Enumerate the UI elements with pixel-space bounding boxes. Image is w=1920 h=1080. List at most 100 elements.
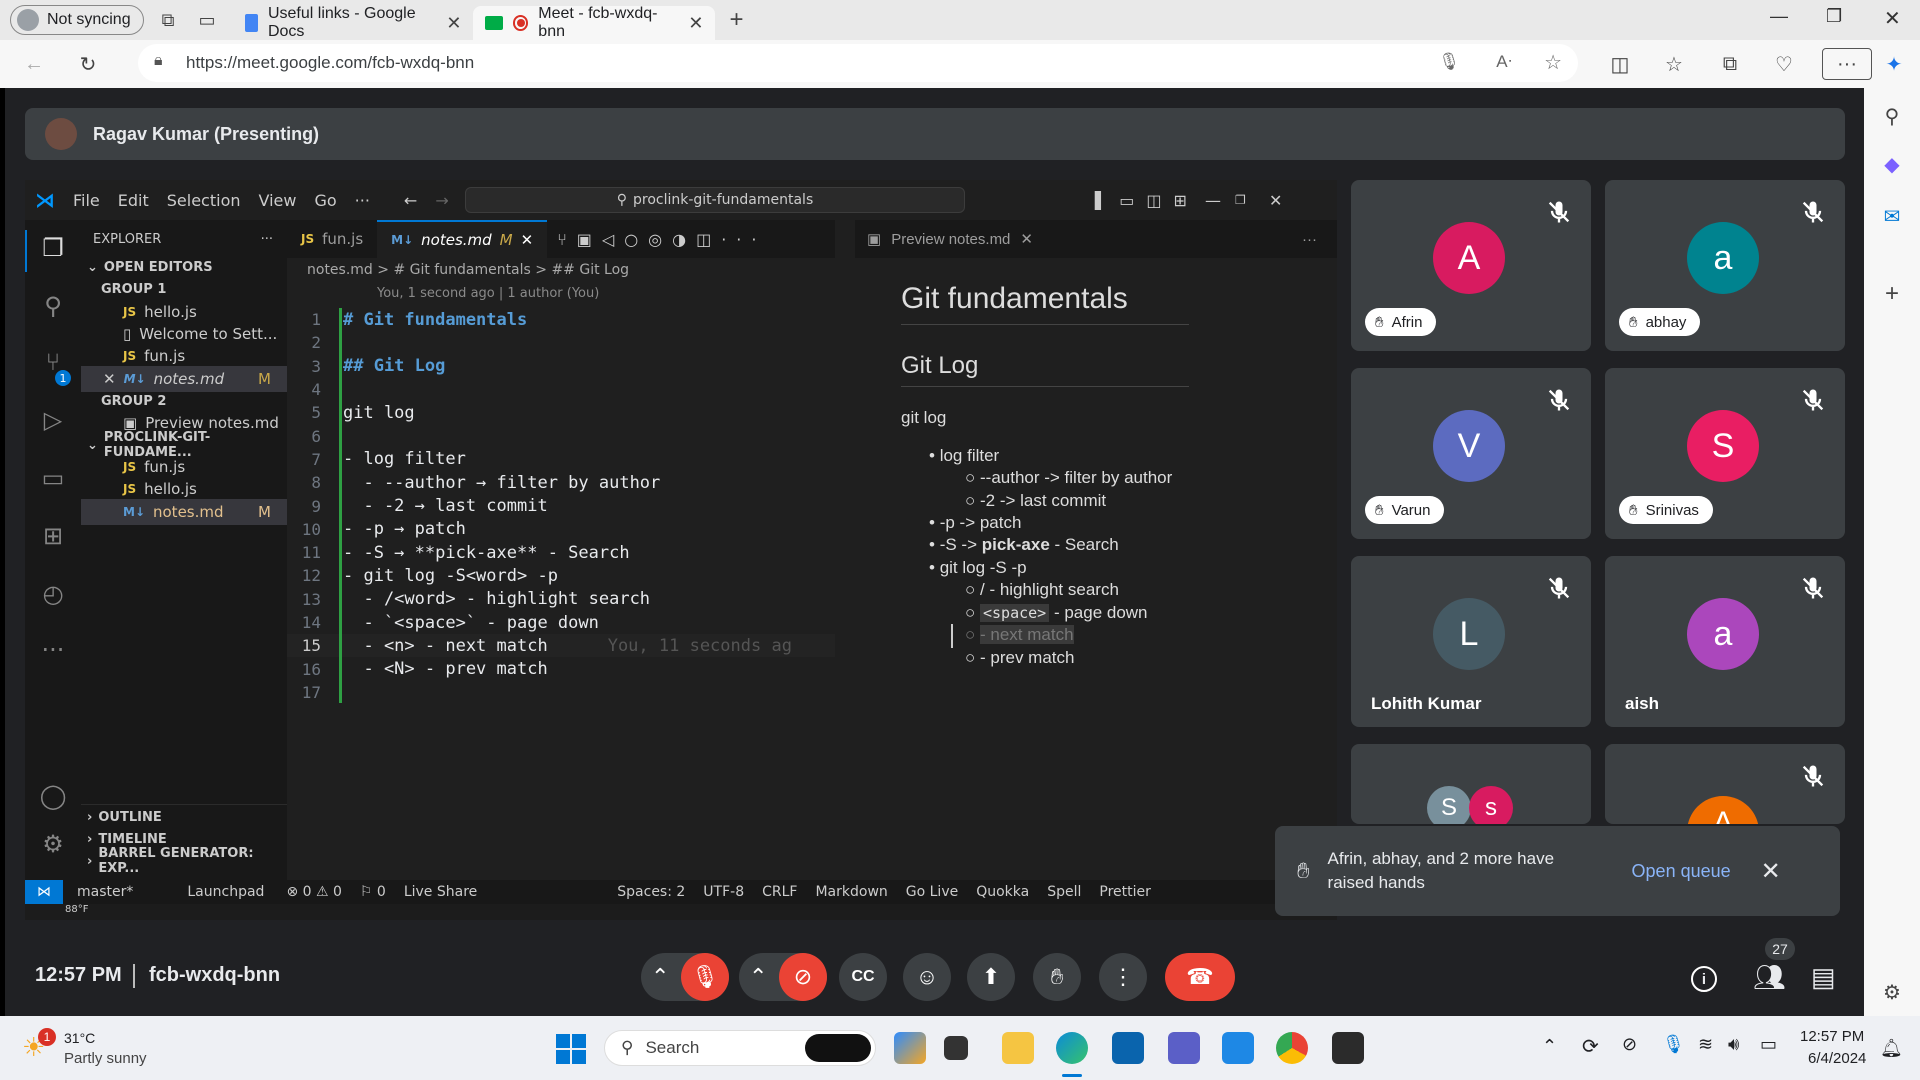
editor-actions[interactable]: ⑂▣◁○◎◑◫··· [557, 230, 766, 249]
task-view-icon[interactable] [944, 1036, 968, 1060]
participant-tile[interactable]: S ✋︎ Srinivas [1605, 368, 1845, 539]
code-area[interactable]: 1 # Git fundamentals 2 3 ## Git Log 4 5 git… [287, 308, 835, 704]
copilot-icon[interactable]: ✦ [1878, 48, 1910, 80]
extensions-icon[interactable]: ⊞ [37, 522, 69, 554]
menu-view[interactable]: View [259, 191, 297, 210]
participant-tile[interactable]: A ✋︎ Afrin [1351, 180, 1591, 351]
microphone-icon[interactable]: 🎙︎ [1438, 52, 1460, 72]
spell-status[interactable]: Spell [1047, 884, 1081, 900]
quokka-status[interactable]: Quokka [976, 884, 1029, 900]
menu-go[interactable]: Go [314, 191, 336, 210]
camera-control[interactable]: ⌃ ⊘ [739, 953, 827, 1001]
browser-essentials-icon[interactable]: ♡ [1768, 48, 1800, 80]
tab-fun-js[interactable]: JS fun.js [287, 220, 377, 258]
menu-more[interactable]: ··· [355, 191, 370, 210]
copilot-app-icon[interactable] [894, 1032, 926, 1064]
participant-tile[interactable]: V ✋︎ Varun [1351, 368, 1591, 539]
menu-edit[interactable]: Edit [118, 191, 149, 210]
split-screen-icon[interactable]: ◫ [1604, 48, 1636, 80]
breadcrumb[interactable]: notes.md > # Git fundamentals > ## Git L… [307, 262, 629, 278]
others-tile[interactable]: S s [1351, 744, 1591, 824]
favorites-icon[interactable]: ☆ [1658, 48, 1690, 80]
launchpad-status[interactable]: Launchpad [187, 884, 264, 900]
settings-icon[interactable]: ⚙ [37, 830, 69, 862]
remote-explorer-icon[interactable]: ▭ [37, 464, 69, 496]
copilot-icon[interactable]: ◆ [1876, 148, 1908, 180]
battery-icon[interactable]: ▭ [1760, 1034, 1777, 1055]
ports-status[interactable]: ⚐ 0 [360, 884, 386, 900]
chrome-icon[interactable] [1276, 1032, 1308, 1064]
clock-date[interactable]: 6/4/2024 [1808, 1050, 1866, 1067]
participant-tile[interactable]: L Lohith Kumar [1351, 556, 1591, 727]
read-aloud-icon[interactable]: Aᐧ [1496, 52, 1512, 72]
windows-start-icon[interactable] [556, 1034, 586, 1064]
profile-button[interactable]: Not syncing [10, 5, 144, 35]
more-options-icon[interactable]: ··· [1822, 48, 1872, 80]
barrel-section[interactable]: › BARREL GENERATOR: EXP... [81, 846, 287, 876]
back-icon[interactable]: ← [18, 48, 50, 80]
more-icon[interactable]: ··· [261, 232, 273, 247]
layout-icons[interactable]: ▌▭◫⊞ [1095, 191, 1199, 210]
participant-tile[interactable]: A [1605, 744, 1845, 824]
terminal-icon[interactable] [1332, 1032, 1364, 1064]
sync-icon[interactable]: ⟳ [1582, 1034, 1599, 1059]
network-off-icon[interactable]: ⊘ [1622, 1034, 1637, 1055]
microphone-icon[interactable]: 🎙︎ [1662, 1034, 1685, 1055]
close-icon[interactable]: ✕ [688, 13, 703, 34]
maximize-icon[interactable]: ❐ [1826, 6, 1842, 27]
eol-status[interactable]: CRLF [762, 884, 797, 900]
minimize-icon[interactable]: — [1770, 6, 1788, 27]
workspaces-icon[interactable]: ⧉ [162, 10, 175, 31]
timeline-icon[interactable]: ◴ [37, 580, 69, 612]
close-icon[interactable]: ✕ [1269, 191, 1282, 210]
volume-icon[interactable]: 🔊︎ [1728, 1034, 1739, 1055]
more-icon[interactable]: ··· [1302, 231, 1317, 248]
close-icon[interactable]: ✕ [446, 13, 461, 34]
teams-icon[interactable] [1168, 1032, 1200, 1064]
chevron-up-icon[interactable]: ⌃ [1542, 1036, 1557, 1057]
spaces-status[interactable]: Spaces: 2 [617, 884, 685, 900]
close-icon[interactable]: ✕ [521, 231, 534, 249]
people-icon[interactable]: 👥︎ [1753, 962, 1786, 993]
favorite-icon[interactable]: ☆ [1544, 50, 1562, 75]
leave-call-button[interactable]: ☎︎ [1165, 953, 1235, 1001]
address-bar[interactable]: 🔒︎ https://meet.google.com/fcb-wxdq-bnn … [138, 44, 1578, 82]
more-options-button[interactable]: ⋮ [1099, 953, 1147, 1001]
tab-preview[interactable]: ▣ Preview notes.md ✕ ··· [855, 220, 1337, 258]
prettier-status[interactable]: Prettier [1099, 884, 1151, 900]
run-debug-icon[interactable]: ▷ [37, 406, 69, 438]
vscode-icon[interactable] [1222, 1032, 1254, 1064]
close-icon[interactable]: ✕ [1761, 857, 1781, 886]
camera-off-icon[interactable]: ⊘ [779, 953, 827, 1001]
nav-forward-icon[interactable]: → [435, 191, 448, 210]
new-tab-icon[interactable]: + [729, 6, 743, 34]
close-icon[interactable]: ✕ [1020, 230, 1033, 248]
edge-icon[interactable] [1056, 1032, 1088, 1064]
refresh-icon[interactable]: ↻ [72, 48, 104, 80]
explorer-icon[interactable]: ❐ [37, 234, 69, 266]
menu-file[interactable]: File [73, 191, 100, 210]
file-explorer-icon[interactable] [1002, 1032, 1034, 1064]
present-button[interactable]: ⬆ [967, 953, 1015, 1001]
add-icon[interactable]: + [1876, 278, 1908, 310]
collections-icon[interactable]: ⧉ [1714, 48, 1746, 80]
info-icon[interactable]: i [1691, 966, 1717, 992]
restore-icon[interactable]: ❐ [1235, 193, 1246, 207]
participant-tile[interactable]: a ✋︎ abhay [1605, 180, 1845, 351]
mic-off-icon[interactable]: 🎙︎ [681, 953, 729, 1001]
golive-status[interactable]: Go Live [906, 884, 958, 900]
remote-indicator[interactable]: ⋈ [25, 880, 63, 904]
file-notes[interactable]: M↓ notes.md M [81, 499, 287, 525]
emoji-button[interactable]: ☺ [903, 953, 951, 1001]
account-icon[interactable]: ◯ [37, 782, 69, 814]
participant-tile[interactable]: a aish [1605, 556, 1845, 727]
more-icon[interactable]: ··· [37, 636, 69, 668]
close-window-icon[interactable]: ✕ [1884, 6, 1901, 31]
taskbar-search[interactable]: ⚲ Search [604, 1030, 876, 1066]
tab-meet[interactable]: Meet - fcb-wxdq-bnn ✕ [473, 5, 716, 40]
chat-icon[interactable]: ▤ [1811, 962, 1836, 993]
open-queue-button[interactable]: Open queue [1632, 861, 1731, 882]
search-icon[interactable]: ⚲ [37, 292, 69, 324]
menu-selection[interactable]: Selection [167, 191, 241, 210]
clock-time[interactable]: 12:57 PM [1800, 1028, 1864, 1045]
